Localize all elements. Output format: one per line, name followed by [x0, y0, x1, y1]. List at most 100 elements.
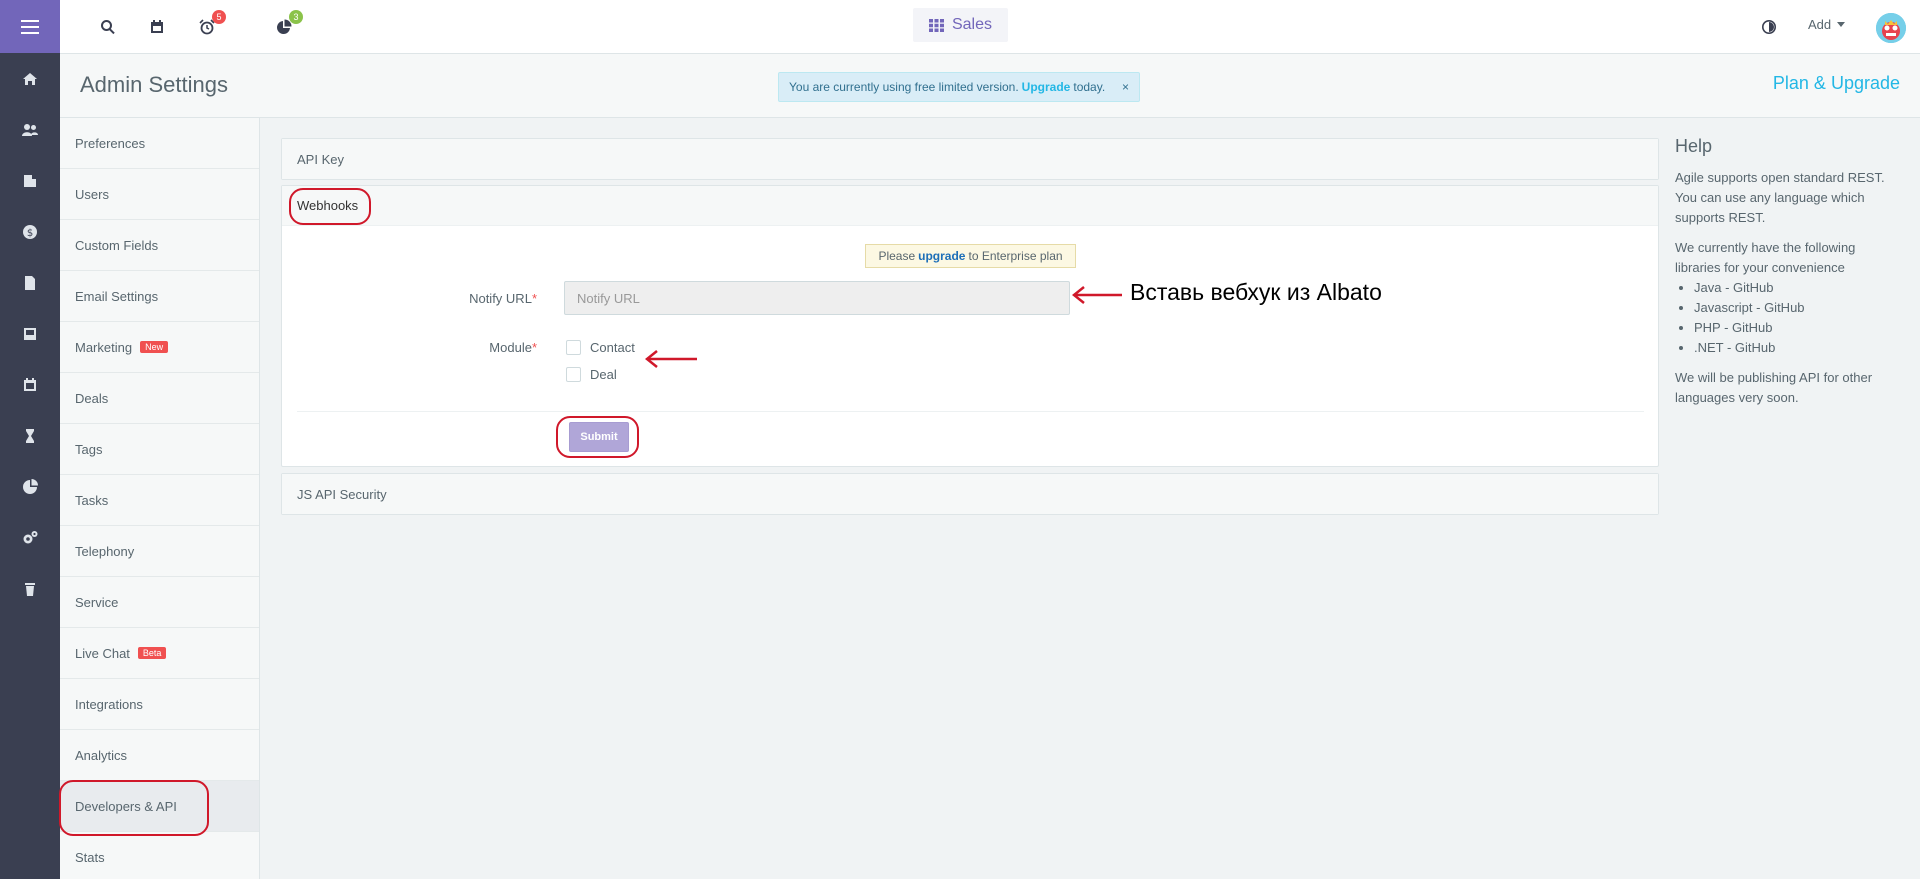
- notify-url-label-text: Notify URL: [469, 291, 532, 306]
- reminders-count-badge: 5: [212, 10, 226, 24]
- help-paragraph-libraries: We currently have the following librarie…: [1675, 240, 1856, 275]
- menu-item-stats[interactable]: Stats: [60, 832, 259, 879]
- add-dropdown[interactable]: Add: [1808, 17, 1846, 32]
- rail-documents[interactable]: [0, 257, 60, 308]
- form-divider: [297, 411, 1644, 412]
- enterprise-upgrade-note: Please upgrade to Enterprise plan: [865, 244, 1076, 268]
- annotation-arrow-module-icon: [644, 350, 697, 368]
- search-icon: [101, 20, 115, 35]
- notify-url-input[interactable]: [564, 281, 1070, 315]
- user-avatar[interactable]: [1876, 13, 1906, 43]
- menu-item-live-chat[interactable]: Live Chat Beta: [60, 628, 259, 679]
- menu-item-label: Live Chat: [75, 645, 130, 661]
- notify-url-label: Notify URL*: [367, 291, 537, 306]
- activities-icon: [26, 428, 34, 443]
- notice-upgrade-link[interactable]: Upgrade: [1022, 80, 1071, 94]
- notice-close-button[interactable]: ×: [1122, 80, 1129, 94]
- grid-icon: [928, 18, 944, 32]
- menu-item-custom-fields[interactable]: Custom Fields: [60, 220, 259, 271]
- theme-toggle-button[interactable]: [1758, 16, 1780, 38]
- reminders-button[interactable]: 5: [196, 10, 226, 38]
- menu-item-label: Users: [75, 186, 109, 202]
- app-switcher-sales[interactable]: Sales: [913, 8, 1008, 42]
- menu-item-label: Developers & API: [75, 798, 177, 814]
- rail-trash[interactable]: [0, 563, 60, 614]
- menu-item-users[interactable]: Users: [60, 169, 259, 220]
- module-contact-option[interactable]: Contact: [566, 340, 635, 355]
- beta-badge: Beta: [137, 647, 167, 659]
- menu-item-marketing[interactable]: Marketing New: [60, 322, 259, 373]
- menu-item-tags[interactable]: Tags: [60, 424, 259, 475]
- help-paragraph-future: We will be publishing API for other lang…: [1675, 370, 1873, 405]
- menu-item-label: Stats: [75, 849, 105, 865]
- menu-item-label: Service: [75, 594, 119, 610]
- webhooks-panel-header[interactable]: Webhooks: [282, 186, 1658, 226]
- rail-companies[interactable]: [0, 155, 60, 206]
- deal-checkbox[interactable]: [566, 367, 581, 382]
- menu-item-developers-api[interactable]: Developers & API: [60, 781, 259, 832]
- rail-settings[interactable]: [0, 512, 60, 563]
- menu-item-label: Integrations: [75, 696, 143, 712]
- module-label-text: Module: [489, 340, 532, 355]
- search-button[interactable]: [97, 16, 119, 38]
- settings-menu: Preferences Users Custom Fields Email Se…: [60, 118, 260, 879]
- contact-checkbox[interactable]: [566, 340, 581, 355]
- js-api-security-panel-header[interactable]: JS API Security: [282, 474, 1658, 514]
- deals-icon: $: [23, 224, 37, 239]
- svg-text:$: $: [27, 228, 33, 239]
- upgrade-note-prefix: Please: [878, 249, 916, 263]
- left-nav-rail: $: [0, 0, 60, 879]
- menu-item-tasks[interactable]: Tasks: [60, 475, 259, 526]
- rail-activities[interactable]: [0, 410, 60, 461]
- upgrade-note-link[interactable]: upgrade: [918, 249, 965, 263]
- caret-down-icon: [1837, 22, 1846, 27]
- menu-item-service[interactable]: Service: [60, 577, 259, 628]
- help-panel: Help Agile supports open standard REST. …: [1675, 134, 1895, 418]
- rail-calendar[interactable]: [0, 359, 60, 410]
- calendar-button[interactable]: [146, 16, 168, 38]
- rail-deals[interactable]: $: [0, 206, 60, 257]
- module-label: Module*: [367, 340, 537, 355]
- rail-contacts[interactable]: [0, 104, 60, 155]
- home-icon: [23, 72, 37, 85]
- menu-item-email-settings[interactable]: Email Settings: [60, 271, 259, 322]
- api-key-panel-header[interactable]: API Key: [282, 139, 1658, 179]
- annotation-arrow-url-icon: [1071, 286, 1122, 304]
- notice-suffix: today.: [1073, 80, 1106, 94]
- page-header: Admin Settings You are currently using f…: [60, 54, 1920, 118]
- required-mark: *: [531, 340, 537, 355]
- menu-item-label: Custom Fields: [75, 237, 159, 253]
- hamburger-icon: [21, 19, 39, 34]
- menu-item-label: Telephony: [75, 543, 135, 559]
- menu-item-deals[interactable]: Deals: [60, 373, 259, 424]
- companies-icon: [24, 174, 36, 187]
- notice-text: You are currently using free limited ver…: [789, 80, 1019, 94]
- js-api-security-panel: JS API Security: [281, 473, 1659, 515]
- settings-icon: [23, 530, 38, 543]
- new-badge: New: [140, 341, 169, 353]
- library-link[interactable]: .NET - GitHub: [1694, 338, 1895, 358]
- library-link[interactable]: PHP - GitHub: [1694, 318, 1895, 338]
- page-title: Admin Settings: [80, 72, 228, 97]
- menu-item-integrations[interactable]: Integrations: [60, 679, 259, 730]
- help-paragraph-rest: Agile supports open standard REST. You c…: [1675, 170, 1885, 225]
- library-list: Java - GitHub Javascript - GitHub PHP - …: [1694, 278, 1895, 358]
- module-deal-option[interactable]: Deal: [566, 367, 617, 382]
- library-link[interactable]: Java - GitHub: [1694, 278, 1895, 298]
- submit-button[interactable]: Submit: [569, 422, 629, 452]
- contacts-icon: [22, 123, 38, 136]
- rail-home[interactable]: [0, 53, 60, 104]
- menu-toggle-button[interactable]: [0, 0, 60, 53]
- cases-icon: [24, 327, 36, 340]
- plan-upgrade-link[interactable]: Plan & Upgrade: [1773, 73, 1900, 94]
- library-link[interactable]: Javascript - GitHub: [1694, 298, 1895, 318]
- rail-cases[interactable]: [0, 308, 60, 359]
- menu-item-analytics[interactable]: Analytics: [60, 730, 259, 781]
- menu-item-telephony[interactable]: Telephony: [60, 526, 259, 577]
- stats-button[interactable]: 3: [273, 10, 303, 38]
- reports-icon: [23, 478, 38, 494]
- upgrade-note-suffix: to Enterprise plan: [968, 249, 1063, 263]
- menu-item-label: Tasks: [75, 492, 109, 508]
- rail-reports[interactable]: [0, 461, 60, 512]
- menu-item-preferences[interactable]: Preferences: [60, 118, 259, 169]
